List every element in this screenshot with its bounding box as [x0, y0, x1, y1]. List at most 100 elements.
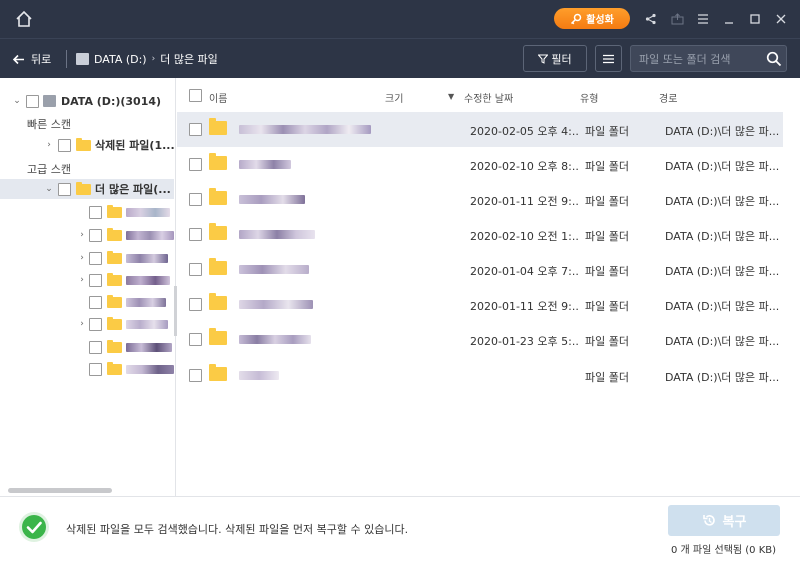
chevron-right-icon[interactable]: ›	[77, 253, 87, 263]
redacted-name	[126, 207, 170, 217]
file-table: 이름 크기 ▼ 수정한 날짜 유형 경로 2020-02-05 오후 4:...…	[177, 78, 800, 496]
cell-path: DATA (D:)\더 많은 파...	[665, 335, 780, 348]
table-row[interactable]: 2020-02-10 오후 8:... 파일 폴더 DATA (D:)\더 많은…	[177, 147, 783, 182]
sidebar-tree: ⌄ DATA (D:)(3014) 빠른 스캔 › 삭제된 파일(1... 고급…	[0, 78, 177, 496]
checkbox[interactable]	[189, 263, 202, 276]
view-toggle-button[interactable]	[595, 45, 622, 72]
redacted-name	[239, 125, 371, 134]
sidebar-hscrollbar[interactable]	[2, 487, 172, 494]
breadcrumb-item-drive[interactable]: DATA (D:)	[94, 53, 147, 66]
checkbox[interactable]	[189, 123, 202, 136]
filter-label: 필터	[551, 52, 572, 66]
table-row[interactable]: 2020-01-04 오후 7:... 파일 폴더 DATA (D:)\더 많은…	[177, 252, 783, 287]
tree-subfolder[interactable]: ›	[77, 314, 168, 334]
checkbox[interactable]	[189, 228, 202, 241]
search-input[interactable]	[639, 51, 759, 67]
checkbox[interactable]	[89, 362, 102, 376]
back-button[interactable]: 뒤로	[12, 50, 51, 68]
tree-subfolder[interactable]	[77, 292, 166, 312]
tree-subfolder[interactable]	[77, 359, 174, 379]
folder-icon	[209, 328, 227, 345]
checkbox[interactable]	[58, 182, 71, 196]
tree-item-drive[interactable]: ⌄ DATA (D:)(3014)	[12, 91, 161, 111]
redacted-name	[126, 319, 168, 329]
minimize-icon[interactable]	[720, 9, 738, 29]
restore-icon	[702, 515, 715, 526]
column-header-size[interactable]: 크기	[385, 90, 403, 105]
column-header-modified[interactable]: 수정한 날짜	[464, 90, 513, 105]
checkbox[interactable]	[189, 193, 202, 206]
checkbox[interactable]	[58, 138, 71, 152]
tree-item-deleted-files[interactable]: › 삭제된 파일(1...	[44, 135, 175, 155]
chevron-right-icon[interactable]: ›	[44, 140, 54, 150]
scrollbar-thumb[interactable]	[8, 488, 112, 493]
table-row[interactable]: 2020-01-11 오전 9:... 파일 폴더 DATA (D:)\더 많은…	[177, 287, 783, 322]
folder-icon	[76, 137, 91, 151]
redacted-name	[126, 230, 174, 240]
cell-modified: 2020-01-23 오후 5:...	[470, 335, 578, 348]
checkbox[interactable]	[89, 295, 102, 309]
cell-path: DATA (D:)\더 많은 파...	[665, 195, 780, 208]
chevron-right-icon[interactable]: ›	[77, 275, 87, 285]
share-icon[interactable]	[642, 9, 660, 29]
tree-subfolder[interactable]: ›	[77, 270, 170, 290]
maximize-icon[interactable]	[746, 9, 764, 29]
redacted-name	[239, 335, 311, 344]
folder-icon	[209, 188, 227, 205]
column-header-name[interactable]: 이름	[209, 90, 227, 105]
chevron-right-icon[interactable]: ›	[77, 230, 87, 240]
table-row[interactable]: 파일 폴더 DATA (D:)\더 많은 파...	[177, 358, 783, 393]
checkbox[interactable]	[189, 369, 202, 382]
folder-icon	[76, 181, 91, 195]
quick-scan-label: 빠른 스캔	[27, 118, 71, 131]
table-row[interactable]: 2020-02-05 오후 4:... 파일 폴더 DATA (D:)\더 많은…	[177, 112, 783, 147]
select-all-checkbox[interactable]	[189, 89, 202, 102]
search-icon[interactable]	[766, 51, 782, 67]
checkbox[interactable]	[189, 333, 202, 346]
tree-subfolder[interactable]	[77, 337, 172, 357]
table-row[interactable]: 2020-01-23 오후 5:... 파일 폴더 DATA (D:)\더 많은…	[177, 322, 783, 357]
table-header: 이름 크기 ▼ 수정한 날짜 유형 경로	[177, 78, 800, 112]
checkbox[interactable]	[189, 158, 202, 171]
checkbox[interactable]	[89, 251, 102, 265]
tree-subfolder[interactable]: ›	[77, 248, 168, 268]
tree-item-more-files[interactable]: ⌄ 더 많은 파일(...	[0, 179, 174, 199]
chevron-down-icon[interactable]: ⌄	[12, 96, 22, 106]
menu-icon[interactable]	[694, 9, 712, 29]
checkbox[interactable]	[89, 228, 102, 242]
activate-button[interactable]: 활성화	[554, 8, 630, 29]
check-circle-icon	[19, 512, 49, 542]
home-icon[interactable]	[14, 9, 34, 29]
chevron-right-icon[interactable]: ›	[77, 319, 87, 329]
cell-type: 파일 폴더	[585, 125, 629, 138]
folder-icon	[107, 316, 122, 330]
checkbox[interactable]	[89, 340, 102, 354]
recover-button[interactable]: 복구	[668, 505, 780, 536]
window-controls	[642, 9, 790, 29]
checkbox[interactable]	[189, 298, 202, 311]
cell-type: 파일 폴더	[585, 300, 629, 313]
cell-type: 파일 폴더	[585, 335, 629, 348]
tree-subfolder[interactable]: ›	[77, 225, 174, 245]
checkbox[interactable]	[89, 273, 102, 287]
cell-modified: 2020-02-10 오후 8:...	[470, 160, 578, 173]
table-row[interactable]: 2020-02-10 오전 1:... 파일 폴더 DATA (D:)\더 많은…	[177, 217, 783, 252]
cell-type: 파일 폴더	[585, 371, 629, 384]
tree-subfolder[interactable]	[77, 202, 170, 222]
column-header-path[interactable]: 경로	[659, 90, 677, 105]
breadcrumb-item-current[interactable]: 더 많은 파일	[160, 51, 218, 67]
chevron-down-icon[interactable]: ⌄	[44, 184, 54, 194]
back-label: 뒤로	[31, 53, 52, 66]
search-box	[630, 45, 787, 72]
checkbox[interactable]	[89, 205, 102, 219]
column-header-type[interactable]: 유형	[580, 90, 598, 105]
close-icon[interactable]	[772, 9, 790, 29]
filter-button[interactable]: 필터	[523, 45, 587, 72]
checkbox[interactable]	[26, 94, 39, 108]
checkbox[interactable]	[89, 317, 102, 331]
export-icon[interactable]	[668, 9, 686, 29]
redacted-name	[239, 160, 291, 169]
folder-icon	[107, 250, 122, 264]
table-row[interactable]: 2020-01-11 오전 9:... 파일 폴더 DATA (D:)\더 많은…	[177, 182, 783, 217]
cell-modified: 2020-02-10 오전 1:...	[470, 230, 578, 243]
